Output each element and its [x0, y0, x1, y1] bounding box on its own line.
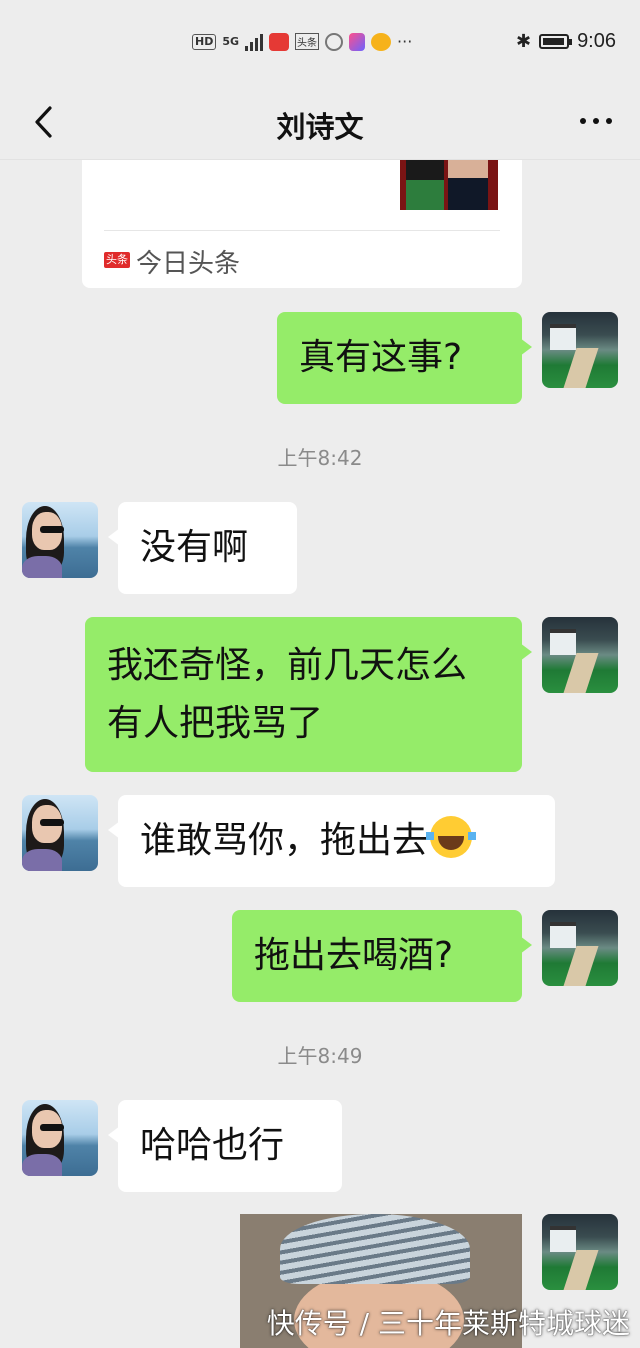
- contact-avatar[interactable]: [22, 1100, 98, 1176]
- message-bubble-outgoing[interactable]: 我还奇怪，前几天怎么有人把我骂了: [85, 617, 532, 772]
- message-bubble-incoming[interactable]: 谁敢骂你，拖出去: [108, 795, 555, 887]
- settings-app-icon: [325, 32, 344, 51]
- message-bubble-outgoing[interactable]: 拖出去喝酒?: [232, 910, 532, 1002]
- toutiao-app-icon: 头条: [295, 33, 320, 50]
- message-bubble-incoming[interactable]: 哈哈也行: [108, 1100, 342, 1192]
- contact-avatar[interactable]: [22, 795, 98, 871]
- huawei-app-icon: [269, 32, 290, 51]
- battery-icon: [539, 34, 573, 49]
- article-thumbnail: [400, 160, 498, 210]
- hd-indicator: HD: [192, 33, 217, 50]
- more-options-button[interactable]: [574, 106, 618, 136]
- message-bubble-incoming[interactable]: 没有啊: [108, 502, 297, 594]
- more-notifications-icon: ···: [397, 32, 413, 51]
- chat-header: 刘诗文: [0, 88, 640, 160]
- watermark-text: 快传号 / 三十年莱斯特城球迷: [266, 1307, 630, 1340]
- bluetooth-icon: ✱: [515, 31, 532, 51]
- card-divider: [104, 230, 500, 231]
- chat-title: 刘诗文: [276, 110, 364, 144]
- my-avatar[interactable]: [542, 312, 618, 388]
- timestamp: 上午8:42: [277, 446, 363, 470]
- status-icons: HD 5G 头条 ···: [192, 32, 412, 51]
- timestamp: 上午8:49: [277, 1044, 363, 1068]
- laughing-crying-emoji-icon: [426, 816, 477, 858]
- info-app-icon: [349, 32, 366, 51]
- my-avatar[interactable]: [542, 910, 618, 986]
- article-source: 今日头条: [136, 249, 241, 279]
- toutiao-logo-icon: 头条: [104, 252, 130, 268]
- shared-article-card[interactable]: 头条 今日头条: [82, 160, 522, 288]
- clock: 9:06: [577, 30, 616, 52]
- status-bar: HD 5G 头条 ··· ✱ 9:06: [0, 0, 640, 88]
- weibo-app-icon: [371, 32, 392, 51]
- network-type: 5G: [222, 35, 240, 48]
- signal-icon: [245, 33, 264, 51]
- message-bubble-outgoing[interactable]: 真有这事?: [277, 312, 532, 404]
- status-right: ✱ 9:06: [516, 30, 616, 53]
- my-avatar[interactable]: [542, 617, 618, 693]
- my-avatar[interactable]: [542, 1214, 618, 1290]
- message-text: 谁敢骂你，拖出去: [140, 820, 429, 861]
- contact-avatar[interactable]: [22, 502, 98, 578]
